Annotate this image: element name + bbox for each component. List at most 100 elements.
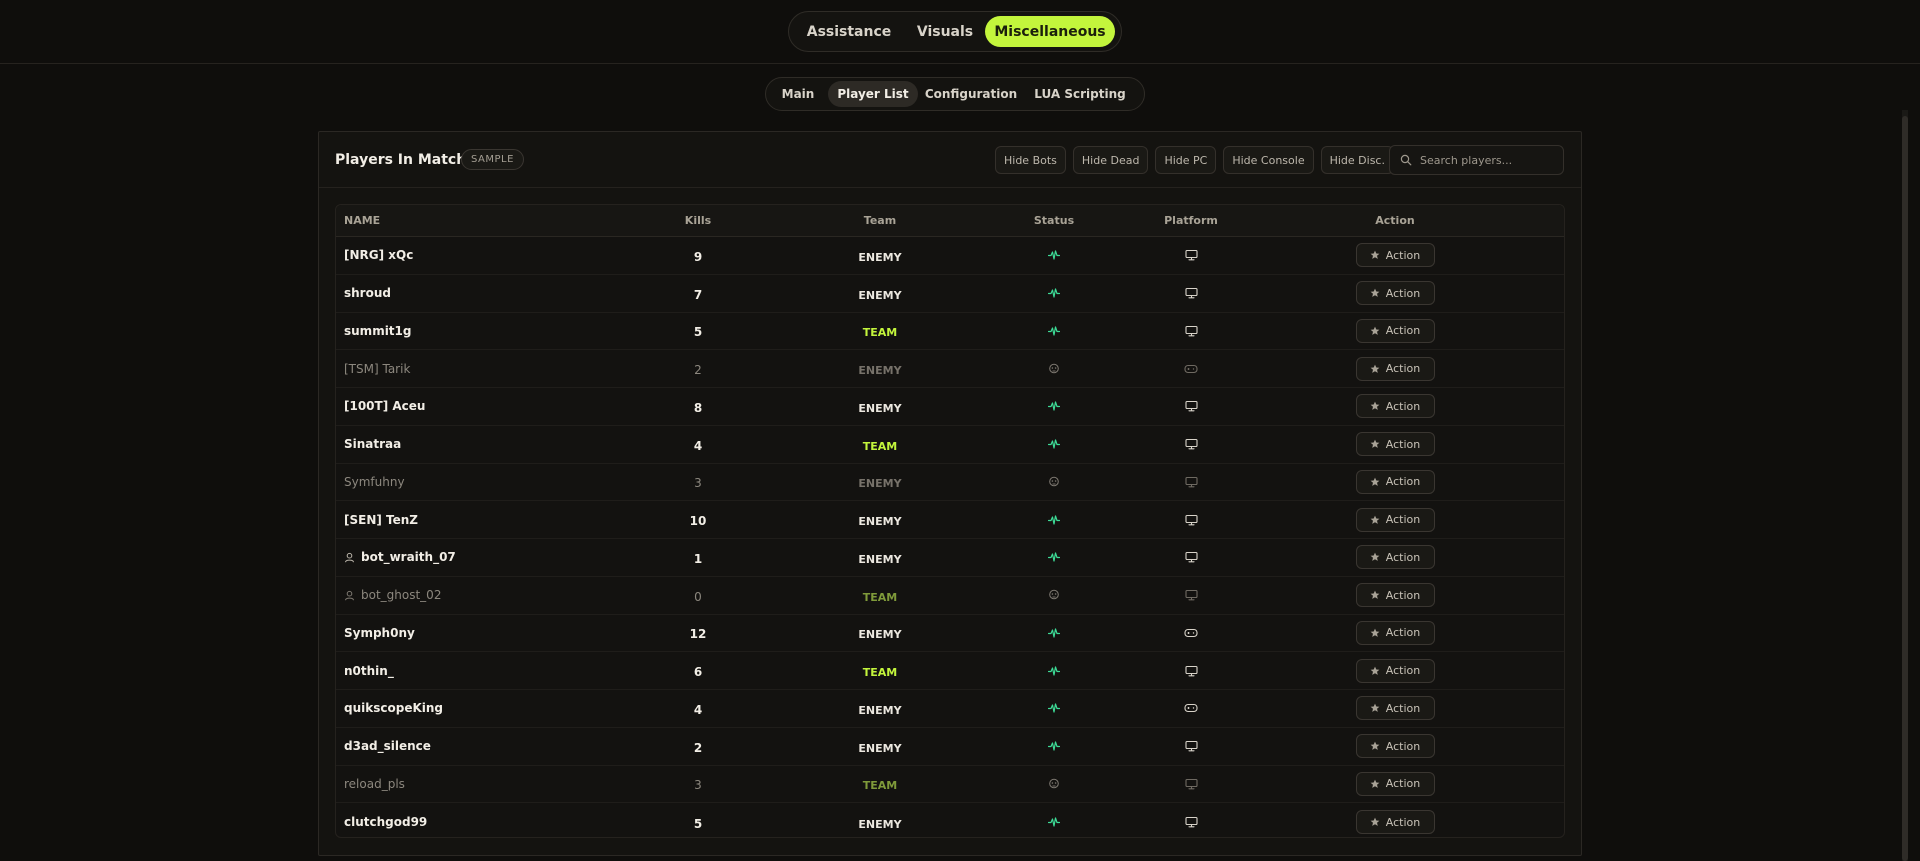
- action-button[interactable]: Action: [1355, 810, 1435, 835]
- table-row[interactable]: summit1g 5 TEAM Action: [336, 313, 1564, 351]
- table-row[interactable]: quikscopeKing 4 ENEMY Action: [336, 690, 1564, 728]
- subtab-player-list[interactable]: Player List: [828, 81, 918, 107]
- player-name-cell: bot_wraith_07: [336, 550, 656, 564]
- player-kills: 12: [689, 627, 707, 642]
- player-name-cell: clutchgod99: [336, 815, 656, 829]
- action-button[interactable]: Action: [1355, 583, 1435, 608]
- hide-disconnected-button[interactable]: Hide Disc.: [1320, 146, 1394, 174]
- subtab-main[interactable]: Main: [770, 81, 826, 107]
- player-team: ENEMY: [858, 515, 902, 529]
- action-button[interactable]: Action: [1355, 394, 1435, 419]
- action-label: Action: [1385, 399, 1421, 413]
- player-name: bot_wraith_07: [361, 550, 456, 565]
- platform-cell: [1088, 740, 1294, 752]
- platform-cell: [1088, 325, 1294, 337]
- subtab-lua-scripting[interactable]: LUA Scripting: [1024, 81, 1136, 107]
- star-icon: [1370, 401, 1380, 411]
- action-button[interactable]: Action: [1355, 658, 1435, 683]
- team-cell: ENEMY: [740, 813, 1020, 832]
- table-row[interactable]: [NRG] xQc 9 ENEMY Action: [336, 237, 1564, 275]
- tab-miscellaneous[interactable]: Miscellaneous: [985, 16, 1115, 47]
- status-cell: [1020, 702, 1088, 714]
- subtab-configuration[interactable]: Configuration: [920, 81, 1022, 107]
- hide-bots-button[interactable]: Hide Bots: [995, 146, 1066, 174]
- action-button[interactable]: Action: [1355, 696, 1435, 721]
- table-row[interactable]: Symph0ny 12 ENEMY Action: [336, 615, 1564, 653]
- table-row[interactable]: bot_ghost_02 0 TEAM Action: [336, 577, 1564, 615]
- scroll-thumb[interactable]: [1902, 116, 1908, 861]
- table-row[interactable]: d3ad_silence 2 ENEMY Action: [336, 728, 1564, 766]
- action-button[interactable]: Action: [1355, 318, 1435, 343]
- action-label: Action: [1385, 550, 1421, 564]
- star-icon: [1370, 364, 1380, 374]
- hide-pc-button[interactable]: Hide PC: [1155, 146, 1217, 174]
- player-name-cell: reload_pls: [336, 777, 656, 791]
- table-row[interactable]: Symfuhny 3 ENEMY Action: [336, 464, 1564, 502]
- monitor-icon: [1184, 778, 1198, 790]
- hide-console-button[interactable]: Hide Console: [1223, 146, 1314, 174]
- header-name[interactable]: NAME: [336, 214, 656, 227]
- kills-cell: 6: [656, 661, 740, 680]
- table-row[interactable]: reload_pls 3 TEAM Action: [336, 766, 1564, 804]
- player-kills: 7: [693, 287, 703, 302]
- action-button[interactable]: Action: [1355, 620, 1435, 645]
- table-row[interactable]: bot_wraith_07 1 ENEMY Action: [336, 539, 1564, 577]
- player-name-cell: Symph0ny: [336, 626, 656, 640]
- player-name-cell: quikscopeKing: [336, 701, 656, 715]
- table-row[interactable]: [TSM] Tarik 2 ENEMY Action: [336, 350, 1564, 388]
- header-platform[interactable]: Platform: [1088, 214, 1294, 227]
- player-team: ENEMY: [858, 250, 902, 264]
- search-box[interactable]: [1389, 145, 1564, 175]
- star-icon: [1370, 628, 1380, 638]
- action-button[interactable]: Action: [1355, 281, 1435, 306]
- action-button[interactable]: Action: [1355, 734, 1435, 759]
- hide-dead-button[interactable]: Hide Dead: [1072, 146, 1149, 174]
- table-row[interactable]: [100T] Aceu 8 ENEMY Action: [336, 388, 1564, 426]
- star-icon: [1370, 817, 1380, 827]
- table-row[interactable]: [SEN] TenZ 10 ENEMY Action: [336, 501, 1564, 539]
- table-row[interactable]: Sinatraa 4 TEAM Action: [336, 426, 1564, 464]
- player-team: ENEMY: [858, 741, 902, 755]
- star-icon: [1370, 703, 1380, 713]
- kills-cell: 7: [656, 284, 740, 303]
- gamepad-icon: [1184, 627, 1198, 639]
- panel-title: Players In Match: [335, 152, 467, 168]
- header-status[interactable]: Status: [1020, 214, 1088, 227]
- action-button[interactable]: Action: [1355, 432, 1435, 457]
- platform-cell: [1088, 438, 1294, 450]
- action-cell: Action: [1294, 469, 1496, 494]
- user-icon: [344, 590, 355, 601]
- action-button[interactable]: Action: [1355, 243, 1435, 268]
- action-button[interactable]: Action: [1355, 469, 1435, 494]
- table-row[interactable]: clutchgod99 5 ENEMY Action: [336, 803, 1564, 837]
- table-row[interactable]: n0thin_ 6 TEAM Action: [336, 652, 1564, 690]
- player-name-cell: [SEN] TenZ: [336, 513, 656, 527]
- player-name-cell: shroud: [336, 286, 656, 300]
- header-kills[interactable]: Kills: [656, 214, 740, 227]
- team-cell: TEAM: [740, 586, 1020, 605]
- tab-assistance[interactable]: Assistance: [793, 16, 905, 47]
- player-team: ENEMY: [858, 817, 902, 831]
- tab-visuals[interactable]: Visuals: [909, 16, 981, 47]
- player-kills: 10: [689, 514, 707, 529]
- search-input[interactable]: [1420, 153, 1555, 167]
- monitor-icon: [1184, 476, 1198, 488]
- platform-cell: [1088, 400, 1294, 412]
- action-button[interactable]: Action: [1355, 507, 1435, 532]
- player-name: shroud: [344, 286, 391, 301]
- team-cell: TEAM: [740, 435, 1020, 454]
- header-team[interactable]: Team: [740, 214, 1020, 227]
- player-team: ENEMY: [858, 401, 902, 415]
- page-scrollbar[interactable]: [1902, 110, 1908, 861]
- player-name: d3ad_silence: [344, 739, 431, 754]
- player-name-cell: [TSM] Tarik: [336, 362, 656, 376]
- player-team: TEAM: [862, 779, 898, 793]
- platform-cell: [1088, 287, 1294, 299]
- action-button[interactable]: Action: [1355, 771, 1435, 796]
- action-button[interactable]: Action: [1355, 356, 1435, 381]
- monitor-icon: [1184, 740, 1198, 752]
- table-row[interactable]: shroud 7 ENEMY Action: [336, 275, 1564, 313]
- status-cell: [1020, 249, 1088, 261]
- player-kills: 4: [693, 438, 703, 453]
- action-button[interactable]: Action: [1355, 545, 1435, 570]
